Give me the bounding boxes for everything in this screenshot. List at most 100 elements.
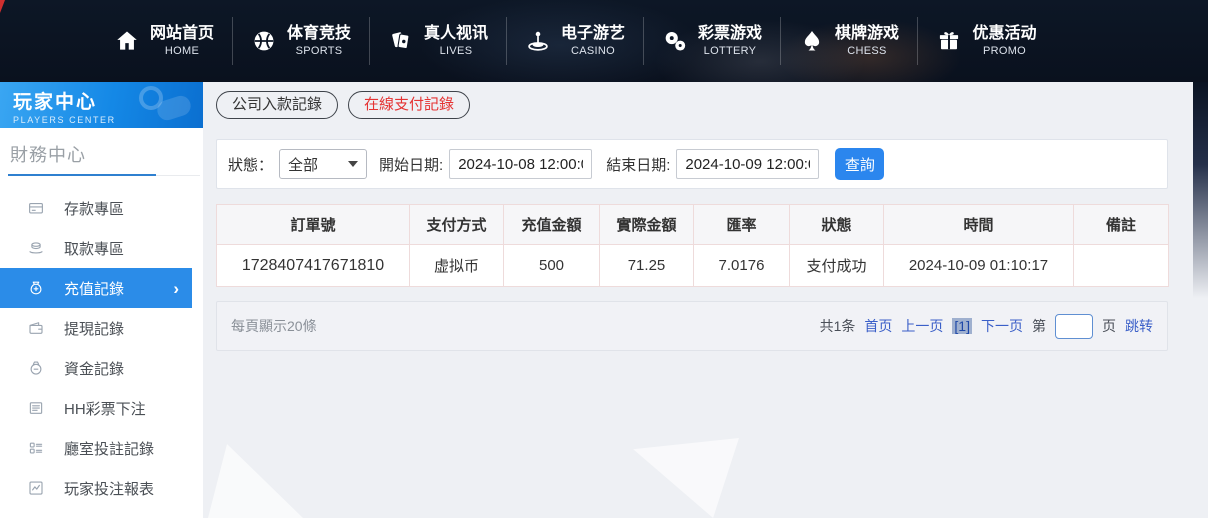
sidebar-item-recharge-records[interactable]: 充值記錄 › <box>0 268 192 308</box>
record-tabs: 公司入款記錄 在線支付記錄 <box>216 91 470 119</box>
col-header-time: 時間 <box>884 205 1074 245</box>
records-table: 訂單號 支付方式 充值金額 實際金額 匯率 狀態 時間 備註 172840741… <box>216 204 1169 287</box>
nav-label-zh: 彩票游戏 <box>698 24 762 44</box>
nav-label-en: HOME <box>165 45 199 59</box>
total-count-label: 共1条 <box>820 316 856 336</box>
hand-money-icon <box>27 239 45 257</box>
sidebar-item-label: 存款專區 <box>64 198 124 219</box>
page-number-input[interactable] <box>1055 314 1093 339</box>
cell-remark <box>1074 245 1169 287</box>
col-header-actual-amount: 實際金額 <box>600 205 694 245</box>
playing-cards-icon <box>388 28 414 54</box>
nav-item-promo[interactable]: 优惠活动 PROMO <box>918 17 1055 65</box>
triangle-watermark <box>631 438 739 518</box>
section-underline <box>8 175 200 176</box>
pagination-bar: 每頁顯示20條 共1条 首页 上一页 [1] 下一页 第 页 跳转 <box>216 301 1168 351</box>
chart-report-icon <box>27 479 45 497</box>
sidebar-item-label: 玩家投注報表 <box>64 478 154 499</box>
start-date-input[interactable] <box>449 149 592 179</box>
cell-recharge-amount: 500 <box>504 245 600 287</box>
nav-label-zh: 电子游艺 <box>561 24 625 44</box>
sidebar-item-label: 充值記錄 <box>64 278 124 299</box>
right-edge-shade <box>1193 82 1208 317</box>
nav-label-en: SPORTS <box>296 45 343 59</box>
current-page-indicator[interactable]: [1] <box>952 318 972 334</box>
jump-link[interactable]: 跳转 <box>1125 316 1153 336</box>
nav-item-lottery[interactable]: 彩票游戏 LOTTERY <box>644 17 781 65</box>
prev-page-link[interactable]: 上一页 <box>901 316 943 336</box>
cell-order-no: 1728407417671810 <box>217 245 410 287</box>
nav-item-casino[interactable]: 电子游艺 CASINO <box>507 17 644 65</box>
cell-pay-method: 虚拟币 <box>410 245 504 287</box>
nav-item-lives[interactable]: 真人视讯 LIVES <box>370 17 507 65</box>
nav-label-en: CHESS <box>847 45 886 59</box>
lottery-balls-icon <box>662 28 688 54</box>
gift-icon <box>936 28 962 54</box>
status-select[interactable]: 全部 <box>279 149 367 179</box>
cell-status: 支付成功 <box>790 245 884 287</box>
main-content: 公司入款記錄 在線支付記錄 狀態： 全部 開始日期: 結束日期: 查詢 訂單號 … <box>203 82 1208 518</box>
end-date-input[interactable] <box>676 149 819 179</box>
status-label: 狀態： <box>228 154 273 175</box>
finance-section: 財務中心 <box>8 128 203 176</box>
table-row: 1728407417671810 虚拟币 500 71.25 7.0176 支付… <box>217 245 1169 287</box>
col-header-pay-method: 支付方式 <box>410 205 504 245</box>
sidebar-item-label: 提現記錄 <box>64 318 124 339</box>
nav-label-en: CASINO <box>571 45 615 59</box>
bank-card-icon <box>27 199 45 217</box>
sidebar-item-room-bet-records[interactable]: 廳室投註記錄 <box>0 428 203 468</box>
players-center-header: 玩家中心 PLAYERS CENTER <box>0 82 203 128</box>
red-corner-accent <box>0 0 5 13</box>
nav-item-chess[interactable]: 棋牌游戏 CHESS <box>781 17 918 65</box>
sidebar-menu: 存款專區 取款專區 充值記錄 › 提現記錄 資金記錄 <box>0 188 203 508</box>
wallet-icon <box>27 319 45 337</box>
nav-label-en: LIVES <box>440 45 473 59</box>
col-header-rate: 匯率 <box>694 205 790 245</box>
table-header-row: 訂單號 支付方式 充值金額 實際金額 匯率 狀態 時間 備註 <box>217 205 1169 245</box>
col-header-remark: 備註 <box>1074 205 1169 245</box>
sidebar: 玩家中心 PLAYERS CENTER 財務中心 存款專區 取款專區 充值記錄 … <box>0 82 203 518</box>
start-date-label: 開始日期: <box>379 154 443 175</box>
nav-item-sports[interactable]: 体育竞技 SPORTS <box>233 17 370 65</box>
nav-label-en: PROMO <box>983 45 1026 59</box>
jump-prefix-label: 第 <box>1032 316 1046 336</box>
clipboard-list-icon <box>27 439 45 457</box>
chevron-right-icon: › <box>173 280 179 297</box>
first-page-link[interactable]: 首页 <box>864 316 892 336</box>
next-page-link[interactable]: 下一页 <box>981 316 1023 336</box>
tab-online-payment-records[interactable]: 在線支付記錄 <box>348 91 470 119</box>
chevron-down-icon <box>348 161 358 167</box>
nav-label-zh: 优惠活动 <box>972 24 1036 44</box>
document-lines-icon <box>27 399 45 417</box>
nav-label-zh: 体育竞技 <box>287 24 351 44</box>
col-header-order-no: 訂單號 <box>217 205 410 245</box>
sidebar-item-deposit-zone[interactable]: 存款專區 <box>0 188 203 228</box>
coin-purse-icon <box>27 359 45 377</box>
sidebar-item-withdrawal-records[interactable]: 提現記錄 <box>0 308 203 348</box>
end-date-label: 結束日期: <box>606 154 670 175</box>
sidebar-item-hh-lottery-bets[interactable]: HH彩票下注 <box>0 388 203 428</box>
tab-company-deposit-records[interactable]: 公司入款記錄 <box>216 91 338 119</box>
search-button[interactable]: 查詢 <box>835 148 884 180</box>
home-icon <box>114 28 140 54</box>
sidebar-item-player-bet-report[interactable]: 玩家投注報表 <box>0 468 203 508</box>
jump-suffix-label: 页 <box>1102 316 1116 336</box>
sidebar-item-label: 資金記錄 <box>64 358 124 379</box>
sidebar-item-funds-records[interactable]: 資金記錄 <box>0 348 203 388</box>
nav-label-zh: 网站首页 <box>150 24 214 44</box>
nav-label-en: LOTTERY <box>704 45 757 59</box>
triangle-watermark <box>208 444 303 518</box>
col-header-recharge-amount: 充值金額 <box>504 205 600 245</box>
sports-ball-icon <box>251 28 277 54</box>
nav-item-home[interactable]: 网站首页 HOME <box>96 17 233 65</box>
sidebar-item-withdraw-zone[interactable]: 取款專區 <box>0 228 203 268</box>
filter-panel: 狀態： 全部 開始日期: 結束日期: 查詢 <box>216 139 1168 189</box>
section-finance-label: 財務中心 <box>8 141 203 167</box>
status-select-value: 全部 <box>288 154 318 175</box>
cell-rate: 7.0176 <box>694 245 790 287</box>
money-bag-icon <box>27 279 45 297</box>
col-header-status: 狀態 <box>790 205 884 245</box>
roulette-icon <box>525 28 551 54</box>
per-page-label: 每頁顯示20條 <box>231 316 317 336</box>
nav-label-zh: 棋牌游戏 <box>835 24 899 44</box>
